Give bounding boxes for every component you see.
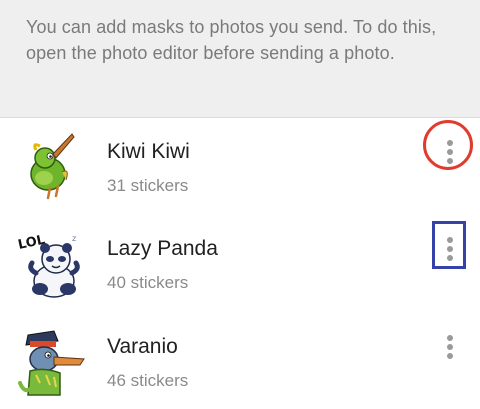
sticker-pack-row-kiwi[interactable]: Kiwi Kiwi 31 stickers (0, 118, 480, 215)
sticker-settings-screen: You can add masks to photos you send. To… (0, 0, 480, 409)
pack-name: Lazy Panda (107, 237, 218, 260)
more-vertical-icon[interactable] (438, 333, 462, 361)
kiwi-sticker-thumbnail (14, 128, 90, 204)
pack-sticker-count: 40 stickers (107, 273, 189, 292)
pack-name: Varanio (107, 335, 178, 358)
lizard-sticker-thumbnail (14, 323, 90, 399)
pack-sticker-count: 46 stickers (107, 371, 189, 390)
panda-sticker-thumbnail: LOL z (14, 225, 90, 301)
pack-name: Kiwi Kiwi (107, 140, 190, 163)
more-vertical-icon[interactable] (438, 138, 462, 166)
svg-text:z: z (72, 234, 76, 243)
masks-info-text: You can add masks to photos you send. To… (26, 17, 437, 63)
sticker-pack-row-lazy-panda[interactable]: LOL z Lazy Panda 40 stickers (0, 215, 480, 312)
sticker-pack-row-varanio[interactable]: Varanio 46 stickers (0, 313, 480, 409)
pack-sticker-count: 31 stickers (107, 176, 189, 195)
more-vertical-icon[interactable] (438, 235, 462, 263)
masks-info-banner: You can add masks to photos you send. To… (0, 0, 480, 118)
